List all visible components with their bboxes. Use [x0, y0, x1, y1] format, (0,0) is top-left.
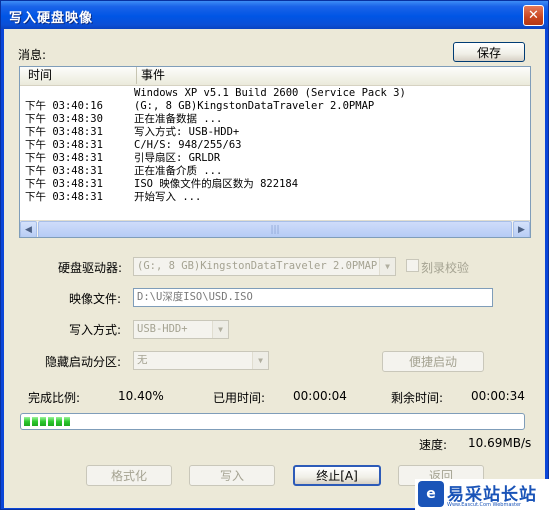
- scroll-right-icon[interactable]: ▶: [513, 221, 530, 237]
- write-mode-value: USB-HDD+: [137, 323, 188, 335]
- hidden-partition-select[interactable]: 无 ▼: [133, 351, 269, 370]
- write-mode-select[interactable]: USB-HDD+ ▼: [133, 320, 229, 339]
- chevron-down-icon: ▼: [379, 258, 395, 275]
- log-row-time: 下午 03:48:31: [25, 152, 103, 164]
- log-row-event: C/H/S: 948/255/63: [134, 139, 242, 151]
- title-bar[interactable]: 写入硬盘映像 ✕: [1, 1, 548, 29]
- log-row-event: 正在准备介质 ...: [134, 165, 223, 177]
- scroll-thumb[interactable]: |||: [38, 221, 512, 237]
- speed-label: 速度:: [419, 438, 448, 452]
- chevron-down-icon: ▼: [212, 321, 228, 338]
- watermark: e 易采站长站 Www.Eascut.Com Webmaster: [415, 479, 549, 511]
- progress-segment: [48, 417, 54, 426]
- log-row-event: 正在准备数据 ...: [134, 113, 223, 125]
- log-row-time: 下午 03:40:16: [25, 100, 103, 112]
- complete-ratio-label: 完成比例:: [28, 391, 81, 405]
- close-icon: ✕: [528, 8, 539, 23]
- remaining-time-value: 00:00:34: [471, 389, 525, 403]
- log-row-time: 下午 03:48:31: [25, 165, 103, 177]
- abort-button[interactable]: 终止[A]: [293, 465, 381, 486]
- column-header-event[interactable]: 事件: [137, 67, 165, 84]
- complete-ratio-value: 10.40%: [118, 389, 164, 403]
- log-row-time: 下午 03:48:31: [25, 126, 103, 138]
- progress-segment: [56, 417, 62, 426]
- scroll-left-icon[interactable]: ◀: [20, 221, 37, 237]
- hidden-partition-label: 隐藏启动分区:: [45, 355, 122, 369]
- dialog-window: 写入硬盘映像 ✕ 消息: 保存 时间 事件 Windows XP v5.1 Bu…: [0, 0, 549, 511]
- watermark-subtext: Www.Eascut.Com Webmaster: [447, 502, 522, 508]
- speed-value: 10.69MB/s: [468, 436, 532, 450]
- elapsed-time-label: 已用时间:: [213, 391, 266, 405]
- chevron-down-icon: ▼: [252, 352, 268, 369]
- log-row-event: ISO 映像文件的扇区数为 822184: [134, 178, 299, 190]
- drive-select-value: (G:, 8 GB)KingstonDataTraveler 2.0PMAP: [137, 260, 378, 272]
- log-row-event: 写入方式: USB-HDD+: [134, 126, 240, 138]
- remaining-time-label: 剩余时间:: [391, 391, 444, 405]
- verify-checkbox[interactable]: [406, 259, 419, 272]
- log-row-time: 下午 03:48:31: [25, 178, 103, 190]
- progress-segment: [24, 417, 30, 426]
- write-button[interactable]: 写入: [189, 465, 275, 486]
- dialog-client: 消息: 保存 时间 事件 Windows XP v5.1 Build 2600 …: [4, 29, 545, 508]
- write-mode-label: 写入方式:: [69, 323, 122, 337]
- log-list[interactable]: 时间 事件 Windows XP v5.1 Build 2600 (Servic…: [19, 66, 531, 238]
- quick-boot-button[interactable]: 便捷启动: [382, 351, 484, 372]
- format-button[interactable]: 格式化: [86, 465, 172, 486]
- log-row-event: (G:, 8 GB)KingstonDataTraveler 2.0PMAP: [134, 100, 375, 112]
- log-list-header: 时间 事件: [20, 67, 530, 86]
- progress-segment: [32, 417, 38, 426]
- log-row-time: 下午 03:48:31: [25, 139, 103, 151]
- log-row-event: 开始写入 ...: [134, 191, 202, 203]
- image-file-input[interactable]: D:\U深度ISO\USD.ISO: [133, 288, 493, 307]
- log-label: 消息:: [18, 48, 47, 62]
- image-label: 映像文件:: [69, 292, 122, 306]
- log-row-event: Windows XP v5.1 Build 2600 (Service Pack…: [134, 87, 406, 99]
- save-button[interactable]: 保存: [453, 42, 525, 62]
- progress-segment: [64, 417, 70, 426]
- column-header-time[interactable]: 时间: [20, 67, 137, 84]
- progress-segment: [40, 417, 46, 426]
- log-row-time: 下午 03:48:31: [25, 191, 103, 203]
- hidden-partition-value: 无: [137, 354, 148, 366]
- close-button[interactable]: ✕: [523, 5, 544, 26]
- progress-fill: [24, 417, 70, 426]
- verify-label: 刻录校验: [421, 261, 470, 275]
- site-logo-icon: e: [418, 481, 444, 507]
- window-title: 写入硬盘映像: [9, 11, 94, 26]
- drive-label: 硬盘驱动器:: [58, 261, 123, 275]
- horizontal-scrollbar[interactable]: ◀ ||| ▶: [20, 220, 530, 237]
- log-row-time: 下午 03:48:30: [25, 113, 103, 125]
- drive-select[interactable]: (G:, 8 GB)KingstonDataTraveler 2.0PMAP ▼: [133, 257, 396, 276]
- elapsed-time-value: 00:00:04: [293, 389, 347, 403]
- progress-bar: [20, 413, 525, 430]
- log-row-event: 引导扇区: GRLDR: [134, 152, 221, 164]
